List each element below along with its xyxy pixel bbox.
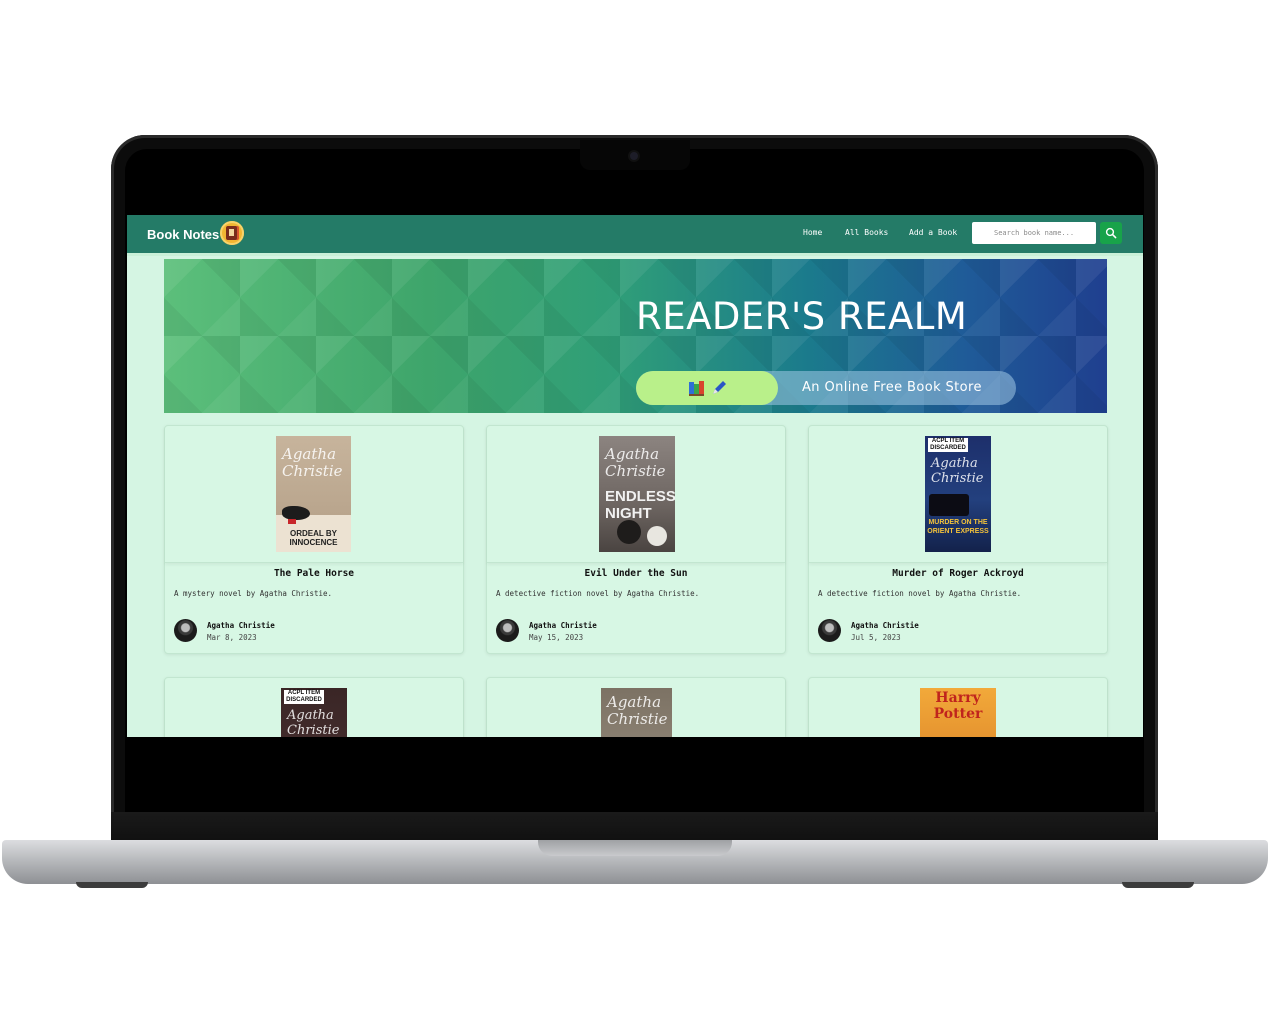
book-description: A detective fiction novel by Agatha Chri… xyxy=(818,589,1022,598)
author-avatar xyxy=(496,619,519,642)
author-name: Agatha Christie xyxy=(851,621,919,630)
author-avatar xyxy=(818,619,841,642)
author-name: Agatha Christie xyxy=(529,621,597,630)
search-icon xyxy=(1105,227,1117,239)
cover-train xyxy=(929,494,969,516)
book-card[interactable]: Agatha Christie ENDLESS NIGHT Evil Under… xyxy=(486,425,786,654)
book-cover-area: ACPL ITEM DISCARDED Agatha Christie xyxy=(165,678,463,737)
post-date: May 15, 2023 xyxy=(529,633,584,642)
library-stamp: ACPL ITEM DISCARDED xyxy=(928,438,968,452)
cover-figure xyxy=(617,520,641,544)
cover-author-script: Agatha Christie xyxy=(607,693,668,728)
cover-figure xyxy=(282,506,310,520)
book-cover-image[interactable]: Agatha Christie ORDEAL BY INNOCENCE xyxy=(276,436,351,552)
hero-pill-highlight xyxy=(636,371,778,405)
laptop-foot-right xyxy=(1122,882,1194,888)
search-button[interactable] xyxy=(1100,222,1122,244)
cover-caption: MURDER ON THE ORIENT EXPRESS xyxy=(927,519,989,535)
cover-title: Harry Potter xyxy=(933,690,983,722)
book-cover-image[interactable]: Agatha Christie xyxy=(601,688,672,737)
search-input[interactable] xyxy=(972,222,1096,244)
book-card[interactable]: ACPL ITEM DISCARDED Agatha Christie xyxy=(164,677,464,737)
laptop-chin xyxy=(111,812,1158,842)
hero-title: READER'S REALM xyxy=(636,295,968,338)
books-icon xyxy=(689,381,704,396)
cover-author-script: Agatha Christie xyxy=(287,708,340,737)
hero-tagline-pill: An Online Free Book Store xyxy=(636,371,1016,405)
book-cover-image[interactable]: Harry Potter xyxy=(920,688,996,737)
book-cover-area: Agatha Christie xyxy=(487,678,785,737)
book-cover-area: Agatha Christie ORDEAL BY INNOCENCE xyxy=(165,426,463,563)
book-cover-area: ACPL ITEM DISCARDED Agatha Christie MURD… xyxy=(809,426,1107,563)
book-description: A mystery novel by Agatha Christie. xyxy=(174,589,333,598)
browser-viewport: Book Notes Home All Books Add a Book REA… xyxy=(127,215,1143,737)
hero-banner: READER'S REALM An Online Free Book Store xyxy=(164,259,1107,413)
book-cover-area: Harry Potter xyxy=(809,678,1107,737)
navbar: Book Notes Home All Books Add a Book xyxy=(127,215,1143,256)
hero-tagline: An Online Free Book Store xyxy=(802,380,982,395)
pen-icon xyxy=(713,381,726,394)
cover-author-script: Agatha Christie xyxy=(282,445,343,480)
book-cover-image[interactable]: ACPL ITEM DISCARDED Agatha Christie MURD… xyxy=(925,436,991,552)
library-stamp: ACPL ITEM DISCARDED xyxy=(284,690,324,704)
cover-caption: ORDEAL BY INNOCENCE xyxy=(289,529,338,547)
book-title[interactable]: Evil Under the Sun xyxy=(487,568,785,579)
book-cover-image[interactable]: ACPL ITEM DISCARDED Agatha Christie xyxy=(281,688,347,737)
book-card[interactable]: Agatha Christie xyxy=(486,677,786,737)
book-title[interactable]: The Pale Horse xyxy=(165,568,463,579)
brand-name[interactable]: Book Notes xyxy=(147,227,219,242)
cover-figure-accent xyxy=(288,519,296,524)
book-cover-area: Agatha Christie ENDLESS NIGHT xyxy=(487,426,785,563)
laptop-base-groove xyxy=(538,840,732,856)
book-card[interactable]: Agatha Christie ORDEAL BY INNOCENCE The … xyxy=(164,425,464,654)
nav-link-all-books[interactable]: All Books xyxy=(845,228,888,237)
cover-caption: ENDLESS NIGHT xyxy=(605,488,675,522)
cover-moon xyxy=(647,526,667,546)
book-card[interactable]: Harry Potter xyxy=(808,677,1108,737)
camera-icon xyxy=(630,152,638,160)
post-date: Jul 5, 2023 xyxy=(851,633,901,642)
book-description: A detective fiction novel by Agatha Chri… xyxy=(496,589,700,598)
post-date: Mar 8, 2023 xyxy=(207,633,257,642)
book-cover-image[interactable]: Agatha Christie ENDLESS NIGHT xyxy=(599,436,675,552)
cover-author-script: Agatha Christie xyxy=(605,445,666,480)
cover-author-script: Agatha Christie xyxy=(931,456,984,486)
author-avatar xyxy=(174,619,197,642)
book-card[interactable]: ACPL ITEM DISCARDED Agatha Christie MURD… xyxy=(808,425,1108,654)
book-title[interactable]: Murder of Roger Ackroyd xyxy=(809,568,1107,579)
book-logo-icon[interactable] xyxy=(220,221,244,245)
nav-link-add-book[interactable]: Add a Book xyxy=(909,228,957,237)
author-name: Agatha Christie xyxy=(207,621,275,630)
nav-link-home[interactable]: Home xyxy=(803,228,822,237)
laptop-foot-left xyxy=(76,882,148,888)
